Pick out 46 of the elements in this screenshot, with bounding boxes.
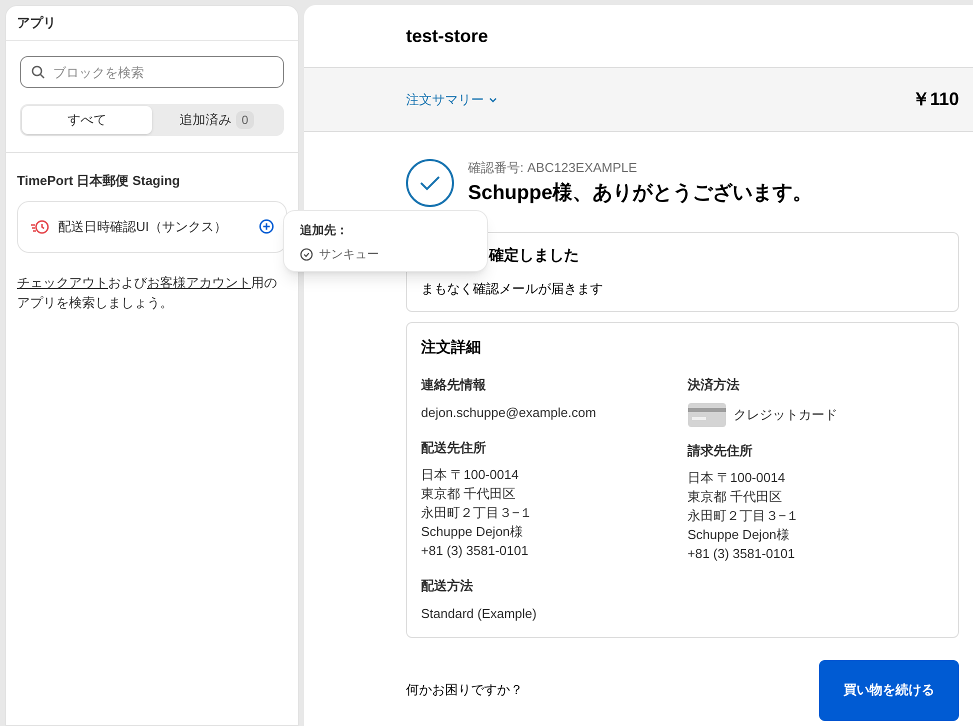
check-circle-icon — [300, 248, 313, 260]
detail-text: dejon.schuppe@example.com — [421, 404, 598, 422]
section-heading: 決済方法 — [688, 376, 740, 394]
status-text: まもなく確認メールが届きます — [421, 280, 604, 298]
help-text: 何かお困りですか？ — [406, 681, 523, 700]
popover-item[interactable]: サンキュー — [300, 245, 471, 263]
detail-text: 永田町２丁目３−１ — [421, 504, 534, 522]
section-title: TimePort 日本郵便 Staging — [17, 172, 181, 190]
help-text: チェックアウト およびお客様アカウント 用のアプリを検索しましょう。 — [17, 274, 278, 312]
detail-text: 永田町２丁目３−１ — [688, 507, 800, 525]
section-heading: 連絡先情報 — [421, 376, 487, 394]
thank-you-heading: Schuppe様、ありがとうございます。 — [468, 180, 812, 206]
section-heading: 配送方法 — [421, 577, 474, 595]
count-badge: 0 — [236, 111, 254, 129]
detail-text: +81 (3) 3581-0101 — [688, 545, 796, 563]
popover-title: 追加先： — [300, 222, 349, 239]
details-title: 注文詳細 — [421, 338, 482, 358]
add-icon[interactable] — [259, 219, 274, 234]
continue-shopping-button[interactable]: 買い物を続ける — [819, 660, 959, 720]
summary-link[interactable]: 注文サマリー — [406, 90, 498, 110]
clock-icon — [30, 218, 50, 234]
detail-text: 日本 〒100-0014 — [688, 469, 786, 487]
payment-method: クレジットカード — [734, 406, 838, 424]
confirmation-number: 確認番号: ABC123EXAMPLE — [468, 159, 638, 177]
filter-tab[interactable]: すべて — [22, 106, 152, 134]
check-circle-icon — [406, 158, 454, 207]
help-link[interactable]: お客様アカウント — [147, 274, 251, 290]
detail-text: 東京都 千代田区 — [421, 485, 517, 503]
section-heading: 配送先住所 — [421, 438, 487, 456]
status-title: 確定しました — [488, 246, 580, 266]
panel-title: アプリ — [17, 14, 56, 32]
search-icon — [31, 65, 45, 79]
detail-text: +81 (3) 3581-0101 — [421, 542, 530, 560]
help-link[interactable]: チェックアウト — [17, 274, 108, 290]
filter-tab[interactable]: 追加済み 0 — [152, 106, 282, 134]
detail-text: 日本 〒100-0014 — [421, 466, 520, 484]
search-field[interactable]: ブロックを検索 — [20, 56, 284, 88]
block-label: 配送日時確認UI（サンクス） — [58, 218, 228, 236]
detail-text: 東京都 千代田区 — [688, 488, 784, 506]
credit-card-icon — [688, 402, 726, 426]
order-total: ￥110 — [912, 88, 959, 111]
section-heading: 請求先住所 — [688, 442, 754, 460]
detail-text: Schuppe Dejon様 — [421, 523, 524, 541]
detail-text: Schuppe Dejon様 — [688, 526, 790, 544]
detail-text: Standard (Example) — [421, 604, 538, 622]
store-name: test-store — [406, 24, 488, 48]
